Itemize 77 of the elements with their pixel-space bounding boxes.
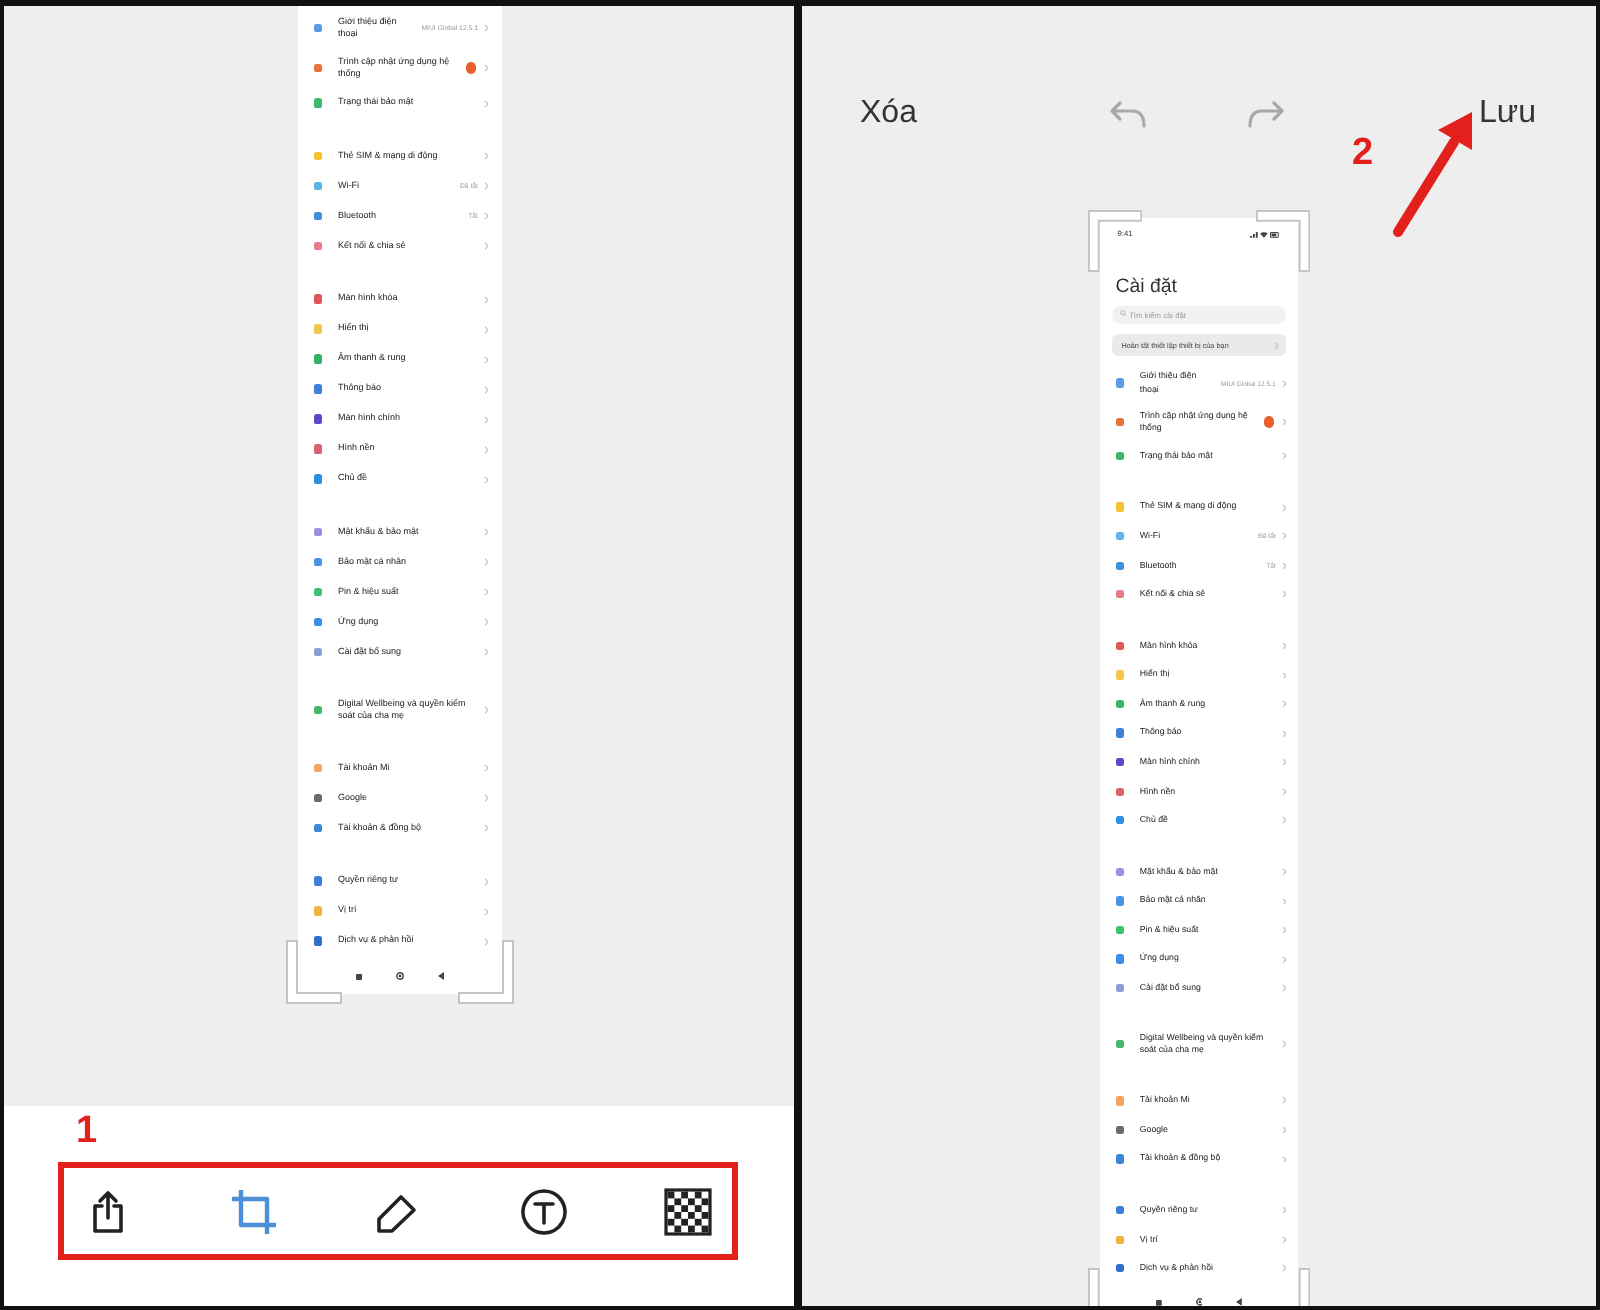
chevron-icon (1281, 1096, 1287, 1105)
back-icon (1235, 1298, 1242, 1306)
page-title: Cài đặt (1113, 273, 1179, 299)
nav-square-icon (355, 973, 361, 979)
chevron-icon (484, 295, 489, 303)
chevron-icon (484, 182, 489, 190)
chevron-icon (484, 706, 489, 714)
chevron-icon (484, 24, 489, 32)
chevron-icon (1281, 1264, 1287, 1273)
nav-circle-icon (395, 972, 403, 980)
chevron-icon (1281, 1206, 1287, 1215)
wifi-icon (1260, 231, 1268, 238)
chevron-icon (484, 937, 489, 945)
chevron-icon (1281, 671, 1287, 679)
signal-icon (1249, 231, 1258, 238)
crop-corner-handle[interactable] (285, 940, 341, 1004)
chevron-icon (484, 445, 489, 453)
chevron-icon (1273, 341, 1279, 350)
chevron-icon (1281, 532, 1287, 541)
chevron-icon (1281, 1125, 1287, 1134)
delete-button[interactable]: Xóa (860, 94, 917, 134)
chevron-icon (484, 242, 489, 250)
chevron-icon (1281, 955, 1287, 964)
chevron-icon (1281, 926, 1287, 934)
chevron-icon (484, 794, 489, 802)
chevron-icon (1281, 758, 1287, 767)
chevron-icon (484, 385, 489, 393)
crop-corner-handle[interactable] (457, 940, 513, 1004)
step-number-label: 2 (1352, 132, 1374, 176)
chevron-icon (1281, 418, 1287, 426)
chevron-icon (484, 907, 489, 915)
chevron-icon (484, 824, 489, 832)
chevron-icon (484, 415, 489, 423)
chevron-icon (484, 475, 489, 483)
chevron-icon (484, 648, 489, 656)
chevron-icon (484, 152, 489, 160)
redo-icon[interactable] (1246, 98, 1287, 130)
nav-circle-icon (1195, 1298, 1203, 1306)
undo-icon[interactable] (1108, 98, 1149, 130)
chevron-icon (484, 212, 489, 220)
chevron-icon (484, 618, 489, 626)
chevron-icon (1281, 1040, 1287, 1049)
chevron-icon (1281, 984, 1287, 993)
back-icon (437, 972, 443, 980)
chevron-icon (484, 325, 489, 333)
crop-corner-handle[interactable] (1255, 209, 1310, 272)
chevron-icon (484, 99, 489, 107)
chevron-icon (1281, 590, 1287, 599)
text-icon[interactable] (519, 1187, 567, 1235)
chevron-icon (1281, 816, 1287, 825)
chevron-icon (484, 528, 489, 536)
chevron-icon (1281, 379, 1287, 388)
chevron-icon (1281, 787, 1287, 796)
chevron-icon (484, 355, 489, 363)
chevron-icon (1281, 1155, 1287, 1163)
crop-corner-handle[interactable] (1088, 209, 1143, 272)
chevron-icon (484, 64, 489, 72)
mosaic-icon[interactable] (664, 1187, 712, 1235)
chevron-icon (1281, 897, 1287, 905)
chevron-icon (484, 877, 489, 885)
chevron-icon (1281, 561, 1287, 570)
chevron-icon (1281, 1235, 1287, 1244)
chevron-icon (484, 588, 489, 596)
chevron-icon (1281, 642, 1287, 650)
search-icon (1119, 310, 1127, 318)
chevron-icon (484, 764, 489, 772)
chevron-icon (1281, 729, 1287, 738)
crop-icon[interactable] (229, 1187, 277, 1235)
chevron-icon (484, 558, 489, 566)
chevron-icon (1281, 700, 1287, 708)
save-button[interactable]: Lưu (1478, 94, 1536, 134)
chevron-icon (1281, 452, 1287, 460)
battery-icon (1270, 231, 1281, 238)
chevron-icon (1281, 868, 1287, 876)
chevron-icon (1281, 503, 1287, 512)
nav-square-icon (1156, 1299, 1163, 1306)
step-number-label: 1 (74, 1110, 100, 1154)
